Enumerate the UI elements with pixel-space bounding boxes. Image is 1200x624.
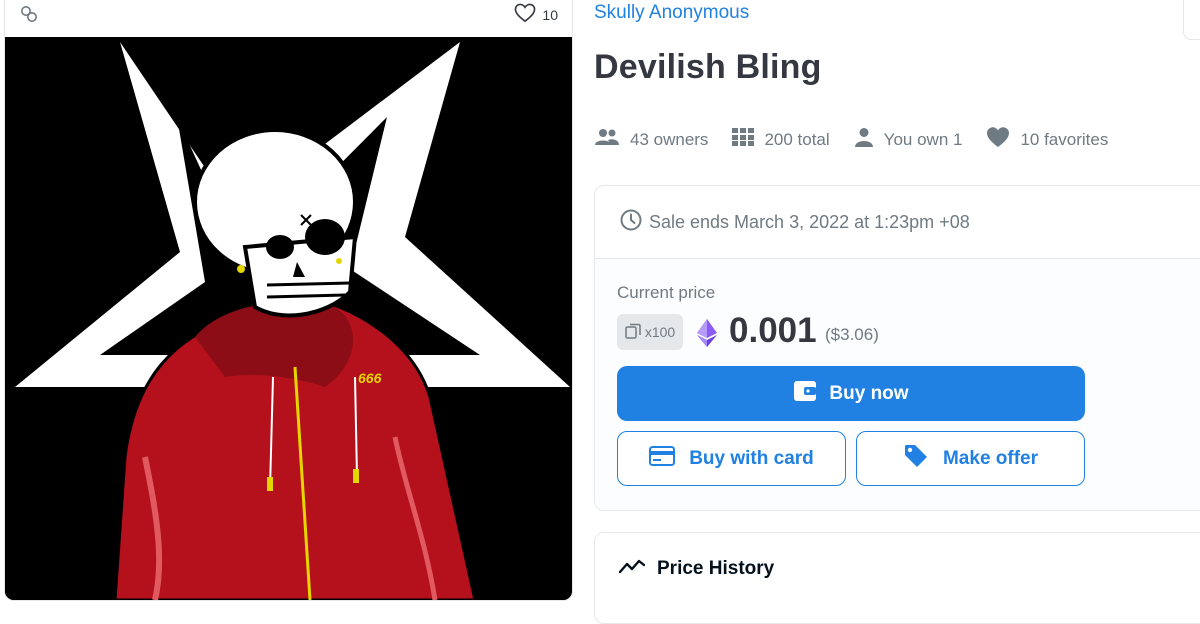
favorite-button[interactable]: 10 [514,3,558,26]
buy-with-card-button[interactable]: Buy with card [617,431,846,486]
heart-icon [514,3,536,26]
owners-count: 43 owners [630,129,709,149]
price-value: 0.001 [729,311,817,350]
credit-card-icon [649,445,689,472]
make-offer-button[interactable]: Make offer [856,431,1085,486]
wallet-icon [793,380,829,408]
trend-icon [618,557,657,581]
people-icon [594,127,630,152]
item-stats: 43 owners 200 total You own 1 10 favorit… [594,126,1132,153]
copies-icon [625,323,645,342]
favorites-count: 10 favorites [1020,129,1109,149]
buy-now-button[interactable]: Buy now [617,366,1085,421]
sale-timer: Sale ends March 3, 2022 at 1:23pm +08 [595,186,1200,259]
quantity-text: x100 [644,324,676,340]
nft-artwork: 666 [5,37,572,600]
right-edge-panel-stub [1183,0,1200,40]
favorites-stat: 10 favorites [986,126,1108,153]
collection-link[interactable]: Skully Anonymous [594,2,749,24]
ethereum-icon [697,319,717,352]
item-title: Devilish Bling [594,48,822,86]
heart-filled-icon [986,126,1020,153]
price-section: Current price x100 0.001 ($3.06) Buy now… [595,259,1200,510]
total-stat: 200 total [732,128,830,151]
you-own-count: You own 1 [883,129,963,149]
asset-image-card: 10 666 [4,0,573,601]
favorite-count: 10 [542,6,558,23]
price-history-card[interactable]: Price History [594,532,1200,624]
tag-icon [903,443,943,475]
link-chain-icon[interactable] [19,4,41,26]
buy-now-label: Buy now [829,382,909,404]
grid-icon [732,128,764,151]
sale-ends-text: Sale ends March 3, 2022 at 1:23pm +08 [649,211,970,232]
sale-card: Sale ends March 3, 2022 at 1:23pm +08 Cu… [594,185,1200,511]
price-history-title: Price History [657,558,775,579]
buy-with-card-label: Buy with card [689,447,814,469]
current-price-label: Current price [617,283,716,302]
owners-stat[interactable]: 43 owners [594,127,708,152]
price-usd: ($3.06) [825,325,879,344]
you-own-stat: You own 1 [854,127,963,152]
quantity-badge: x100 [617,314,683,350]
person-icon [854,127,884,152]
asset-image-header: 10 [5,1,572,37]
make-offer-label: Make offer [942,447,1039,469]
price-history-header[interactable]: Price History [618,557,775,581]
total-count: 200 total [764,129,830,149]
clock-icon [619,208,649,237]
hoodie-print-text: 666 [358,370,382,386]
